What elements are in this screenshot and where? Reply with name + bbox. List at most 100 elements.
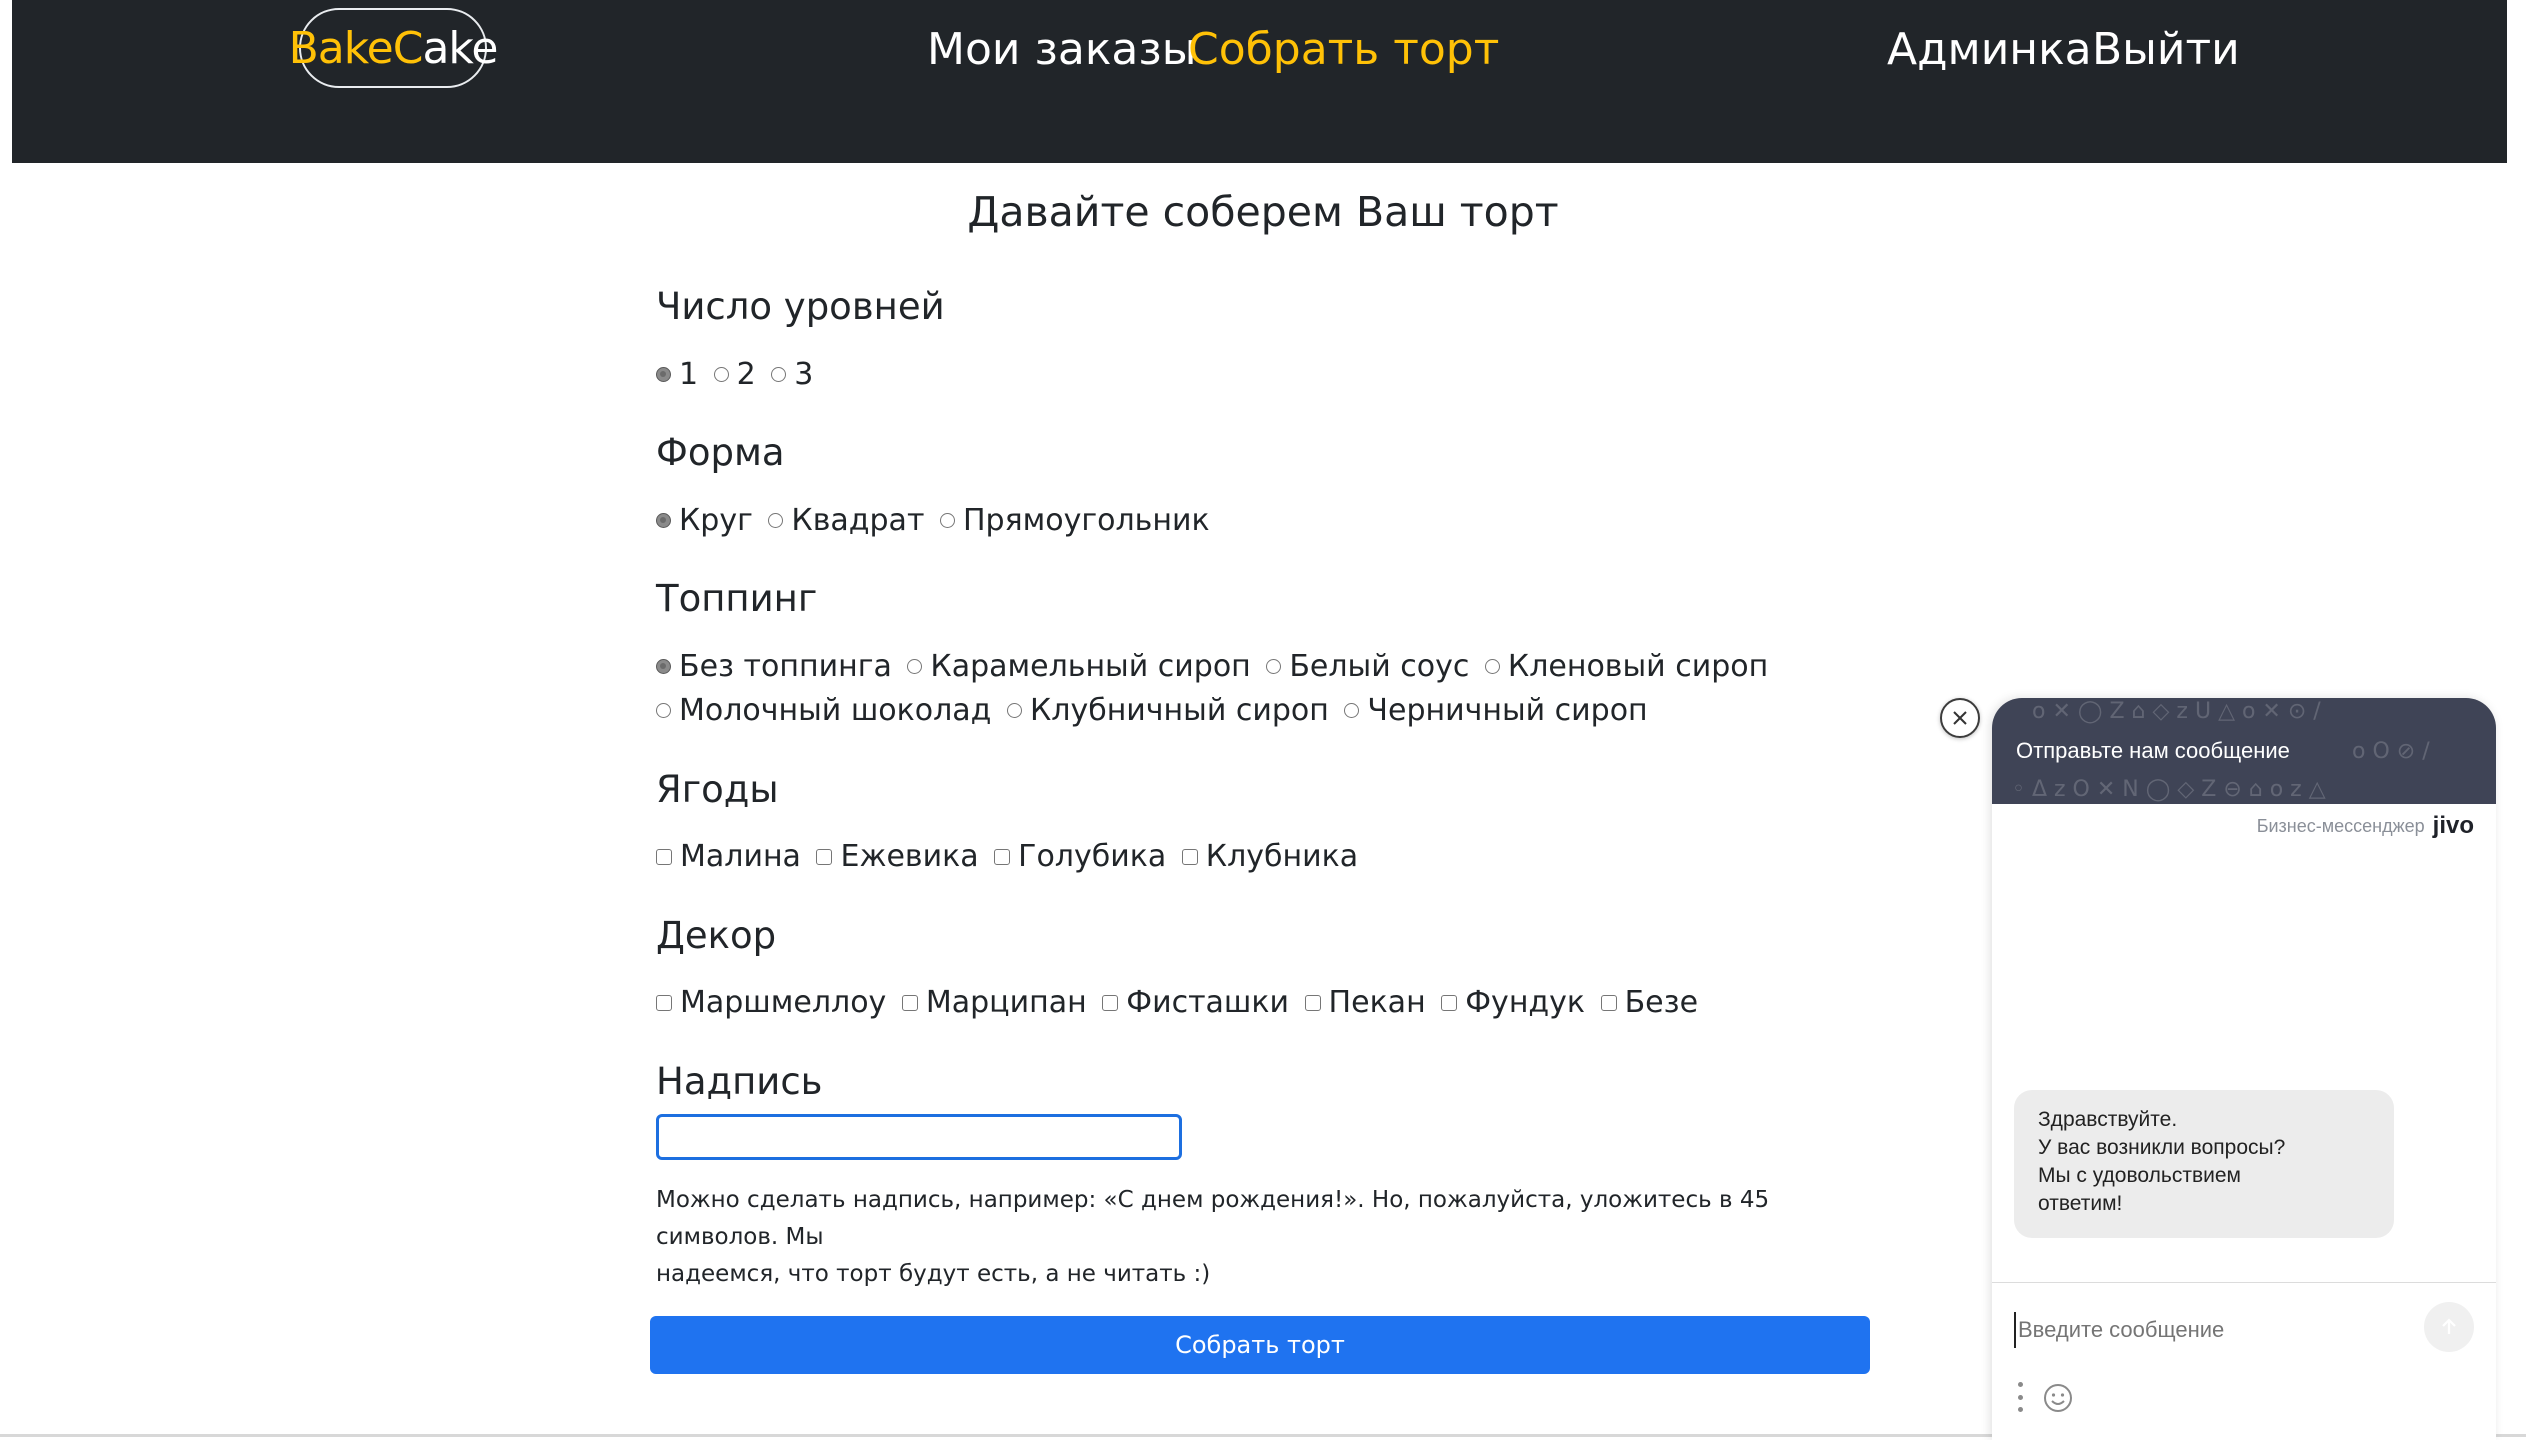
more-vertical-icon[interactable] <box>2016 1382 2024 1412</box>
option-label: Прямоугольник <box>962 502 1210 538</box>
option-label: Белый соус <box>1289 648 1470 684</box>
radio-input[interactable] <box>1484 659 1500 674</box>
radio-input[interactable] <box>656 659 671 674</box>
brand-logo[interactable]: Bake Cake <box>289 8 498 88</box>
decor-option-hazelnut[interactable]: Фундук <box>1441 981 1585 1025</box>
checkbox-input[interactable] <box>994 849 1011 865</box>
nav-build-cake[interactable]: Собрать торт <box>1188 22 1499 78</box>
shape-option-square[interactable]: Квадрат <box>768 499 924 543</box>
nav-my-orders[interactable]: Мои заказы <box>927 22 1197 78</box>
page-title: Давайте соберем Ваш торт <box>967 188 1559 236</box>
option-label: Квадрат <box>791 502 925 538</box>
option-label: Кленовый сироп <box>1507 648 1769 684</box>
jivo-logo: jivo <box>2432 812 2474 839</box>
topping-option-caramel[interactable]: Карамельный сироп <box>907 645 1251 689</box>
checkbox-input[interactable] <box>1304 995 1321 1011</box>
topping-option-none[interactable]: Без топпинга <box>656 645 892 689</box>
levels-option-1[interactable]: 1 <box>656 353 698 397</box>
greeting-line: Мы с удовольствием <box>2038 1164 2241 1187</box>
option-label: Безе <box>1624 985 1699 1020</box>
berry-option-blueberry[interactable]: Голубика <box>994 835 1166 879</box>
decor-label: Декор <box>656 914 777 957</box>
radio-input[interactable] <box>907 659 923 674</box>
nav-logout[interactable]: Выйти <box>2092 22 2240 78</box>
option-label: Голубика <box>1018 839 1167 874</box>
levels-option-3[interactable]: 3 <box>771 353 813 397</box>
checkbox-input[interactable] <box>901 995 918 1011</box>
svg-text:◦ Δ z O ✕ N ◯ ◇ Z ⊖ ⌂ o z △: ◦ Δ z O ✕ N ◯ ◇ Z ⊖ ⌂ o z △ <box>2012 777 2326 802</box>
option-label: Марципан <box>925 985 1087 1020</box>
topping-option-blueberry[interactable]: Черничный сироп <box>1344 689 1648 733</box>
radio-input[interactable] <box>768 513 784 528</box>
decor-option-pistachio[interactable]: Фисташки <box>1102 981 1289 1025</box>
topping-label: Топпинг <box>656 577 818 620</box>
inscription-hint-line1: Можно сделать надпись, например: «С днем… <box>656 1187 1770 1250</box>
topping-option-milk-chocolate[interactable]: Молочный шоколад <box>656 689 991 733</box>
radio-input[interactable] <box>1266 659 1282 674</box>
option-label: Ежевика <box>840 839 979 874</box>
send-arrow-glyph <box>2442 1318 2456 1334</box>
radio-input[interactable] <box>656 703 671 718</box>
option-label: Пекан <box>1328 985 1426 1020</box>
topping-option-strawberry[interactable]: Клубничный сироп <box>1006 689 1329 733</box>
greeting-line: ответим! <box>2038 1192 2123 1215</box>
dot <box>2017 1394 2023 1400</box>
berry-option-strawberry[interactable]: Клубника <box>1181 835 1358 879</box>
checkbox-input[interactable] <box>1441 995 1458 1011</box>
checkbox-input[interactable] <box>1600 995 1617 1011</box>
radio-input[interactable] <box>771 367 787 382</box>
option-label: Без топпинга <box>679 648 892 684</box>
chat-header-text: Отправьте нам сообщение <box>2016 738 2290 763</box>
nav-admin[interactable]: Админка <box>1887 22 2092 78</box>
logo-rest: ake <box>422 22 498 74</box>
levels-option-2[interactable]: 2 <box>713 353 756 397</box>
svg-text:o ✕ ◯ Z ⌂ ◇ z U △ o ✕ ⊙ /: o ✕ ◯ Z ⌂ ◇ z U △ o ✕ ⊙ / <box>2032 699 2321 724</box>
close-icon[interactable] <box>1940 698 1980 738</box>
chat-message-input[interactable] <box>2014 1312 2420 1348</box>
radio-input[interactable] <box>1006 703 1022 718</box>
shape-option-rectangle[interactable]: Прямоугольник <box>939 499 1210 543</box>
decor-options: Маршмеллоу Марципан Фисташки Пекан Фунду… <box>656 980 1704 1025</box>
topping-options-row1: Без топпинга Карамельный сироп Белый соу… <box>656 643 1774 689</box>
decor-option-pecan[interactable]: Пекан <box>1304 981 1426 1025</box>
decor-option-marzipan[interactable]: Марципан <box>901 981 1087 1025</box>
radio-input[interactable] <box>939 513 955 528</box>
arrow-up-icon[interactable] <box>2424 1302 2474 1352</box>
logo-letter-c: C <box>392 22 424 74</box>
chat-brand[interactable]: Бизнес-мессенджер jivo <box>2257 812 2474 840</box>
build-cake-submit-button[interactable]: Собрать торт <box>650 1316 1870 1374</box>
radio-input[interactable] <box>713 367 729 382</box>
inscription-input[interactable] <box>656 1114 1182 1160</box>
option-label: Маршмеллоу <box>680 985 887 1020</box>
logo-part-cake: Cake <box>392 22 499 74</box>
smile-icon[interactable] <box>2042 1382 2074 1414</box>
inscription-hint: Можно сделать надпись, например: «С днем… <box>656 1182 1856 1293</box>
option-label: Круг <box>679 502 753 538</box>
radio-input[interactable] <box>1344 703 1360 718</box>
shape-option-circle[interactable]: Круг <box>656 499 753 543</box>
decor-option-marshmallow[interactable]: Маршмеллоу <box>656 981 886 1025</box>
option-label: Молочный шоколад <box>679 692 992 728</box>
greeting-line: У вас возникли вопросы? <box>2038 1136 2286 1159</box>
radio-input[interactable] <box>656 367 671 382</box>
top-navbar: Bake Cake Мои заказы Собрать торт Админка… <box>12 0 2507 163</box>
svg-text:o O ⊘ /: o O ⊘ / <box>2352 739 2430 764</box>
inscription-hint-line2: надеемся, что торт будут есть, а не чита… <box>656 1261 1211 1287</box>
checkbox-input[interactable] <box>816 849 833 865</box>
checkbox-input[interactable] <box>1181 849 1198 865</box>
berries-label: Ягоды <box>656 768 779 811</box>
option-label: Черничный сироп <box>1367 692 1648 728</box>
berry-option-raspberry[interactable]: Малина <box>656 835 801 879</box>
chat-header: o ✕ ◯ Z ⌂ ◇ z U △ o ✕ ⊙ / ◦ Δ z O ✕ N ◯ … <box>1992 698 2496 804</box>
checkbox-input[interactable] <box>656 849 672 865</box>
option-label: 1 <box>679 356 699 392</box>
checkbox-input[interactable] <box>656 995 672 1011</box>
topping-option-maple[interactable]: Кленовый сироп <box>1484 645 1769 689</box>
checkbox-input[interactable] <box>1102 995 1119 1011</box>
radio-input[interactable] <box>656 513 671 528</box>
topping-option-white-sauce[interactable]: Белый соус <box>1266 645 1469 689</box>
option-label: Малина <box>680 839 801 874</box>
logo-part-bake: Bake <box>288 22 394 74</box>
berry-option-blackberry[interactable]: Ежевика <box>816 835 979 879</box>
decor-option-meringue[interactable]: Безе <box>1600 981 1699 1025</box>
